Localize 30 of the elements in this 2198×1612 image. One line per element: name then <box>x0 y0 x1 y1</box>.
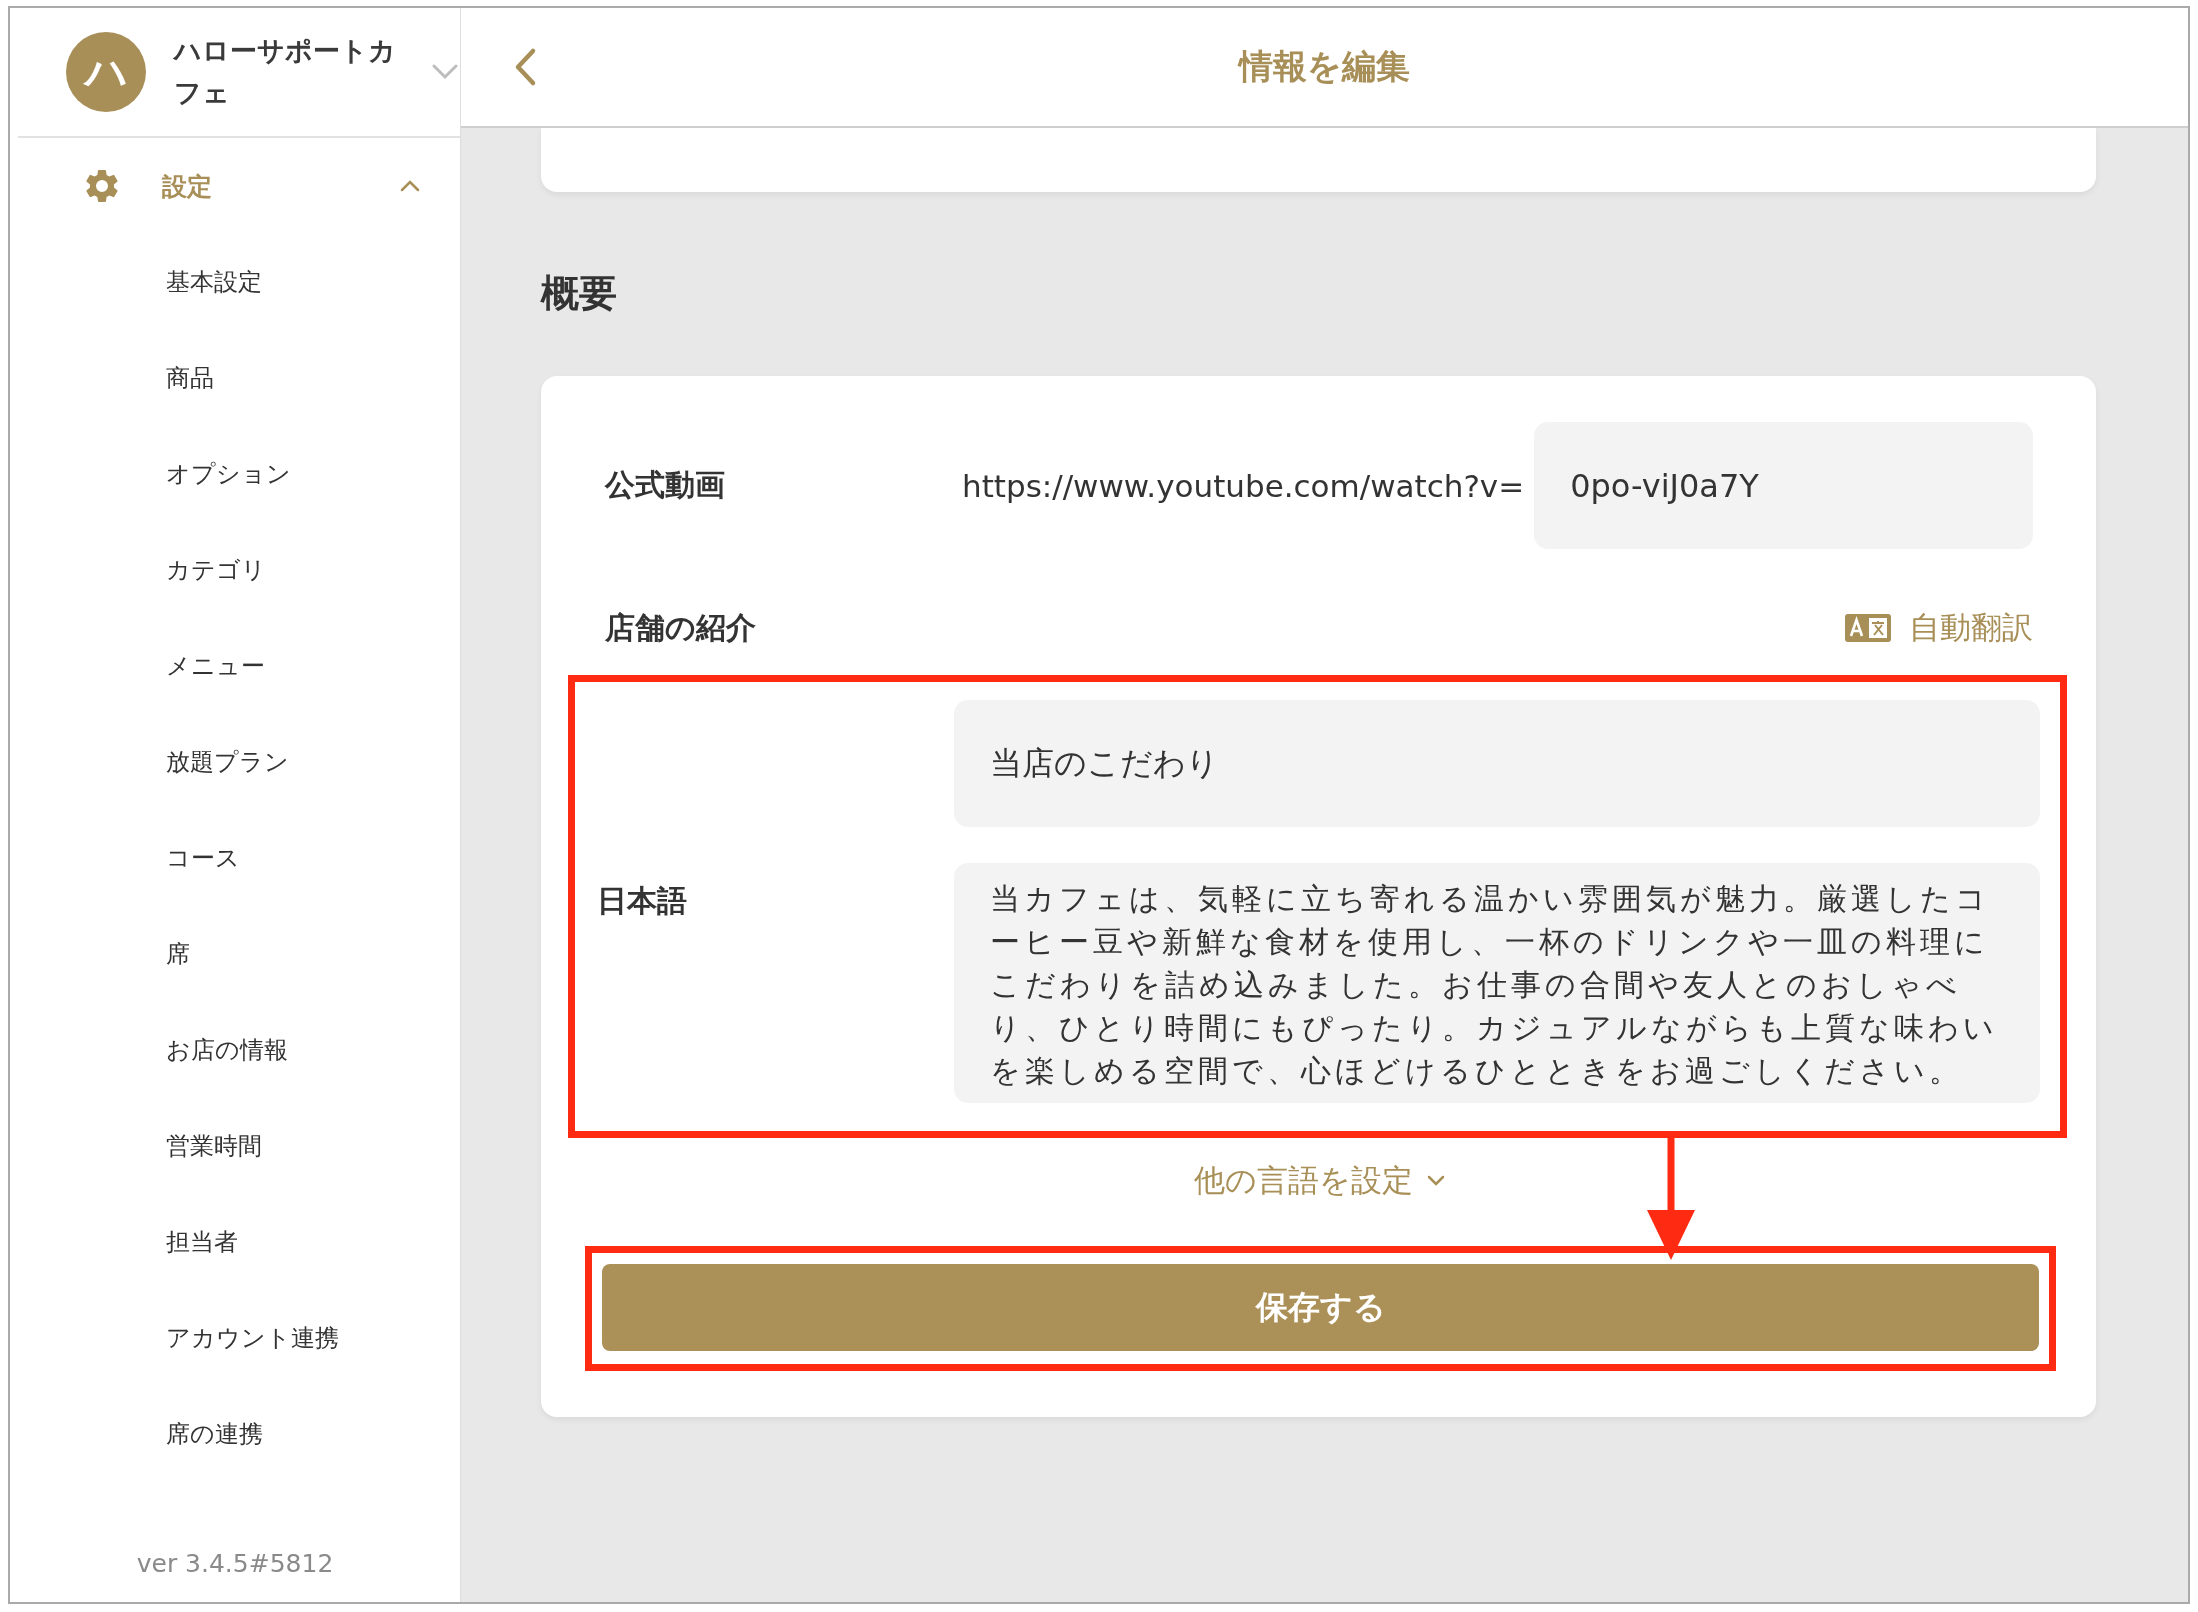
sidebar-item[interactable]: コース <box>166 842 240 874</box>
sidebar-item[interactable]: オプション <box>166 458 291 490</box>
chevron-down-icon[interactable] <box>432 64 458 80</box>
sidebar-item[interactable]: アカウント連携 <box>166 1322 339 1354</box>
translate-icon <box>1845 614 1891 642</box>
shop-avatar: ハ <box>66 32 146 112</box>
sidebar-item[interactable]: 基本設定 <box>166 266 262 298</box>
sidebar-item[interactable]: 商品 <box>166 362 214 394</box>
sidebar-item[interactable]: お店の情報 <box>166 1034 288 1066</box>
sidebar-item[interactable]: カテゴリ <box>166 554 266 586</box>
page-title: 情報を編集 <box>1239 45 1410 88</box>
shop-name: ハローサポートカフェ <box>174 34 397 110</box>
chevron-down-icon <box>1426 1175 1445 1187</box>
field-label: 公式動画 <box>605 466 726 504</box>
url-prefix: https://www.youtube.com/watch?v= <box>962 467 1525 504</box>
sidebar-item[interactable]: 放題プラン <box>166 746 289 778</box>
sidebar-item[interactable]: 席の連携 <box>166 1418 263 1450</box>
text-area-field[interactable]: 当カフェは、気軽に立ち寄れる温かい雰囲気が魅力。厳選したコーヒー豆や新鮮な食材を使用し、一杯のドリンクや一皿の料理にこだわりを詰め込みました。お仕事の合間や友人とのおしゃべり、ひとり時間にもぴったり。カジュアルながらも上質な味わいを楽しめる空間で、心ほどけるひとときをお過ごしください。 <box>954 863 2040 1103</box>
sidebar-item[interactable]: 席 <box>166 938 190 970</box>
chevron-left-icon <box>513 47 537 87</box>
section-heading: 概要 <box>541 274 618 312</box>
sidebar-item[interactable]: 営業時間 <box>166 1130 262 1162</box>
chevron-up-icon[interactable] <box>400 180 420 192</box>
sidebar-item[interactable]: メニュー <box>166 650 265 682</box>
language-label: 日本語 <box>597 882 688 920</box>
field-label: 店舗の紹介 <box>605 608 757 647</box>
input-field[interactable]: 当店のこだわり <box>954 700 2040 827</box>
version-text: ver 3.4.5#5812 <box>135 1549 335 1578</box>
sidebar-item[interactable]: 担当者 <box>166 1226 238 1258</box>
input-field[interactable]: 0po-viJ0a7Y <box>1534 422 2033 549</box>
